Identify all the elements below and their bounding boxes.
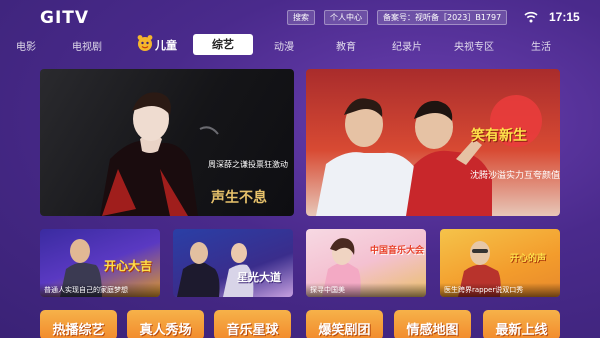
category-label: 爆笑剧团 xyxy=(318,323,371,338)
category-hot-variety[interactable]: 热播综艺 xyxy=(40,310,117,338)
tab-documentary[interactable]: 纪录片 xyxy=(392,38,422,53)
category-emotion-map[interactable]: 情感地图 xyxy=(394,310,471,338)
show-caption-3: 探寻中国美 xyxy=(306,283,426,297)
tab-variety[interactable]: 综艺 xyxy=(193,34,253,55)
show-overlay-1: 开心大吉 xyxy=(104,259,153,273)
category-music-planet[interactable]: 音乐星球 xyxy=(214,310,291,338)
category-new-releases[interactable]: 最新上线 xyxy=(483,310,560,338)
tab-cctv-zone[interactable]: 央视专区 xyxy=(454,38,494,53)
category-label: 最新上线 xyxy=(495,323,548,338)
tab-lifestyle[interactable]: 生活 xyxy=(531,38,551,53)
show-overlay-2: 星光大道 xyxy=(237,271,281,284)
featured-overlay-1: 声生不息 xyxy=(211,190,267,206)
tab-education[interactable]: 教育 xyxy=(336,38,356,53)
profile-button[interactable]: 个人中心 xyxy=(324,10,368,25)
featured-overlay-2: 笑有新生 xyxy=(471,128,527,144)
kids-mascot-icon xyxy=(137,35,153,51)
show-card-1[interactable]: 开心大吉 普通人实现自己的家庭梦想 xyxy=(40,229,160,297)
show-card-4[interactable]: 开心的声 医生跨界rapper说双口秀 xyxy=(440,229,560,297)
featured-title-2: 沈腾沙溢实力互夸颜值 xyxy=(470,171,560,181)
show-overlay-4: 开心的声 xyxy=(510,254,547,264)
clock: 17:15 xyxy=(549,10,580,24)
category-comedy-troupe[interactable]: 爆笑剧团 xyxy=(306,310,383,338)
tab-tv-series[interactable]: 电视剧 xyxy=(72,38,102,53)
featured-title-1: 周深薛之谦投票狂激动 xyxy=(208,160,288,169)
category-label: 音乐星球 xyxy=(226,323,279,338)
featured-card-2[interactable]: 笑有新生 沈腾沙溢实力互夸颜值 xyxy=(306,69,560,216)
show-card-2[interactable]: 星光大道 xyxy=(173,229,293,297)
show-overlay-3: 中国音乐大会 xyxy=(370,246,425,256)
tab-anime[interactable]: 动漫 xyxy=(274,38,294,53)
tab-movies[interactable]: 电影 xyxy=(16,38,36,53)
show-poster-2 xyxy=(177,242,254,297)
show-caption-1: 普通人实现自己的家庭梦想 xyxy=(40,283,160,297)
app-logo: GITV xyxy=(40,8,90,28)
category-reality-show[interactable]: 真人秀场 xyxy=(127,310,204,338)
show-caption-4: 医生跨界rapper说双口秀 xyxy=(440,283,560,297)
search-button[interactable]: 搜索 xyxy=(287,10,315,25)
category-label: 热播综艺 xyxy=(52,323,105,338)
featured-card-1[interactable]: 声生不息 周深薛之谦投票狂激动 xyxy=(40,69,294,216)
category-label: 情感地图 xyxy=(406,323,459,338)
category-label: 真人秀场 xyxy=(139,323,192,338)
tab-kids[interactable]: 儿童 xyxy=(155,37,177,53)
license-badge: 备案号：视听备［2023］B1797 xyxy=(377,10,508,25)
show-card-3[interactable]: 中国音乐大会 探寻中国美 xyxy=(306,229,426,297)
wifi-icon xyxy=(524,11,538,23)
